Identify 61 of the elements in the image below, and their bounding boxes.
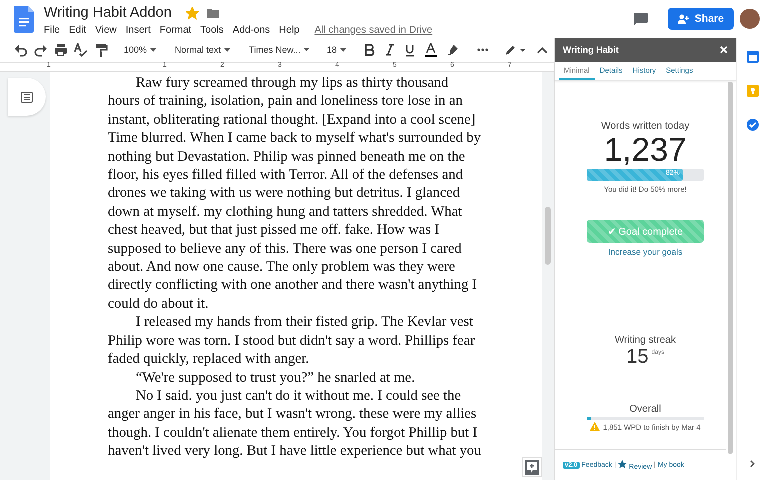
font-size-dropdown[interactable]: 18 (325, 41, 350, 59)
streak-count: 15 (626, 346, 649, 368)
comment-icon[interactable] (634, 12, 648, 26)
caret-icon (340, 48, 348, 52)
add-person-icon (678, 14, 690, 24)
overall-label: Overall (630, 404, 662, 415)
menu-item[interactable]: Format (160, 24, 192, 36)
close-icon[interactable] (720, 46, 728, 54)
italic-icon[interactable] (385, 44, 396, 56)
sidebar-title: Writing Habit (563, 45, 619, 55)
font-dropdown[interactable]: Times New... (247, 41, 312, 59)
pencil-dropdown-icon[interactable] (505, 44, 528, 56)
style-dropdown[interactable]: Normal text (173, 41, 234, 59)
document-icon[interactable] (14, 6, 34, 32)
spellcheck-icon[interactable] (74, 43, 88, 57)
folder-icon[interactable] (206, 8, 219, 18)
outline-button[interactable] (8, 78, 46, 116)
paragraph: I released my hands from their fisted grip. The Kevlar vest Philip wore was torn. I stood but didn't say a word. Phillips fear faded quickly, replaced with anger. (108, 313, 476, 368)
paragraph: “We're supposed to trust you?” he snarled at me. (135, 368, 416, 387)
document-title[interactable]: Writing Habit Addon (44, 5, 172, 21)
checkmark-icon[interactable] (746, 119, 758, 131)
menu-item[interactable]: File (44, 24, 60, 36)
bold-icon[interactable] (365, 44, 376, 56)
menu-item[interactable]: Insert (126, 24, 151, 36)
undo-icon[interactable] (14, 43, 28, 57)
star-icon (618, 460, 628, 468)
menu-item[interactable]: Help (279, 24, 300, 36)
chevron-right-icon[interactable] (750, 460, 755, 468)
paragraph: Raw fury screamed through my lips as thirty thousand hours of training, isolation, pain and loneliness tore lose in an instant, obliterating rational thought. [Expand into a cool scene] Time blurred. When I came back to myself what's surrounded by nothing but Devastation. Philip was pinned beneath me on the floor, his eyes filled filled with Terror. All of the defenses and drones we taking with us were nothing but detritus. I glanced down at myself. my clothing hung and tatters shredded. What chest heaved, but that just pissed me off. fake. How was I supposed to believe any of this. There was one person I cared about. And now one cause. The only problem was they were directly conflicting with one another and there wasn't anything I could do about it. (108, 74, 482, 314)
caret-icon (150, 48, 158, 52)
streak-label: Writing streak (615, 335, 676, 346)
share-button[interactable]: Share (668, 8, 734, 30)
star-icon[interactable] (186, 6, 199, 20)
menu-item[interactable]: Tools (200, 24, 224, 36)
redo-icon[interactable] (34, 43, 48, 57)
highlighter-icon[interactable] (447, 44, 460, 56)
print-icon[interactable] (54, 43, 68, 57)
add-comment-button[interactable] (522, 457, 542, 477)
outline-icon (21, 92, 33, 102)
caret-icon (224, 48, 232, 52)
zoom-dropdown[interactable]: 100% (122, 41, 160, 59)
calendar-icon[interactable] (746, 51, 758, 63)
avatar[interactable] (740, 9, 760, 29)
scrollbar-thumb[interactable] (545, 207, 551, 265)
plus-comment-icon (525, 460, 539, 474)
underline-icon[interactable] (405, 44, 416, 56)
increase-goals-link[interactable]: Increase your goals (608, 247, 683, 257)
paint-format-icon[interactable] (94, 43, 108, 57)
save-status-link[interactable]: All changes saved in Drive (314, 24, 433, 36)
menu-item[interactable]: View (95, 24, 117, 36)
text-color-icon[interactable] (425, 43, 438, 57)
word-count: 1,237 (604, 133, 687, 167)
collapse-icon[interactable] (537, 46, 548, 54)
more-icon[interactable] (477, 48, 490, 52)
menu-item[interactable]: Add-ons (232, 24, 270, 36)
warning-icon (590, 422, 600, 430)
paragraph: No I said. you just can't do it without me. I could see the anger anger in his face, but I wasn't wrong. these were my allies though. I couldn't alienate them entirely. You forgot Phillip but I haven't lived very long. But I have little experience but what you (108, 386, 482, 461)
caret-icon (304, 48, 310, 52)
menu-item[interactable]: Edit (69, 24, 86, 36)
scrollbar-thumb[interactable] (728, 82, 733, 454)
words-label: Words written today (601, 121, 690, 132)
